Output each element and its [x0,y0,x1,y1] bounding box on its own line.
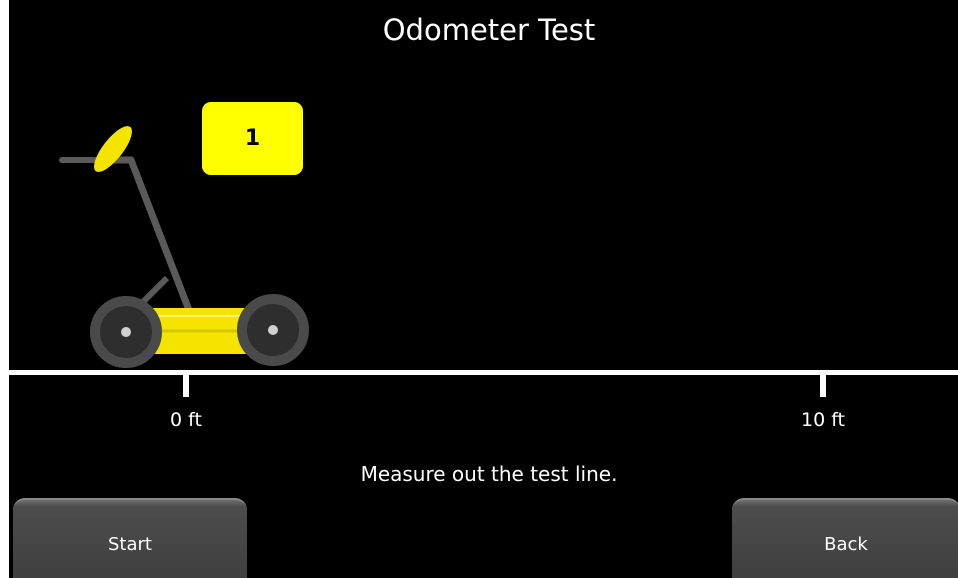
start-tick-mark [183,375,189,397]
start-button-label: Start [108,534,152,555]
start-button[interactable]: Start [13,498,247,578]
cart-front-wheel-icon [237,294,309,366]
test-line [9,370,958,375]
gpr-cart-icon [59,126,309,368]
start-distance-label: 0 ft [170,409,202,431]
cart-rear-wheel-icon [90,296,162,368]
back-button[interactable]: Back [732,498,958,578]
instruction-text: Measure out the test line. [360,462,618,486]
odometer-test-screen: Odometer Test 1 0 ft 10 ft Measure out t… [9,0,958,578]
end-distance-label: 10 ft [800,409,846,431]
cart-display-icon [94,126,132,172]
back-button-label: Back [824,534,868,555]
page-title: Odometer Test [382,13,596,47]
end-tick-mark [820,375,826,397]
